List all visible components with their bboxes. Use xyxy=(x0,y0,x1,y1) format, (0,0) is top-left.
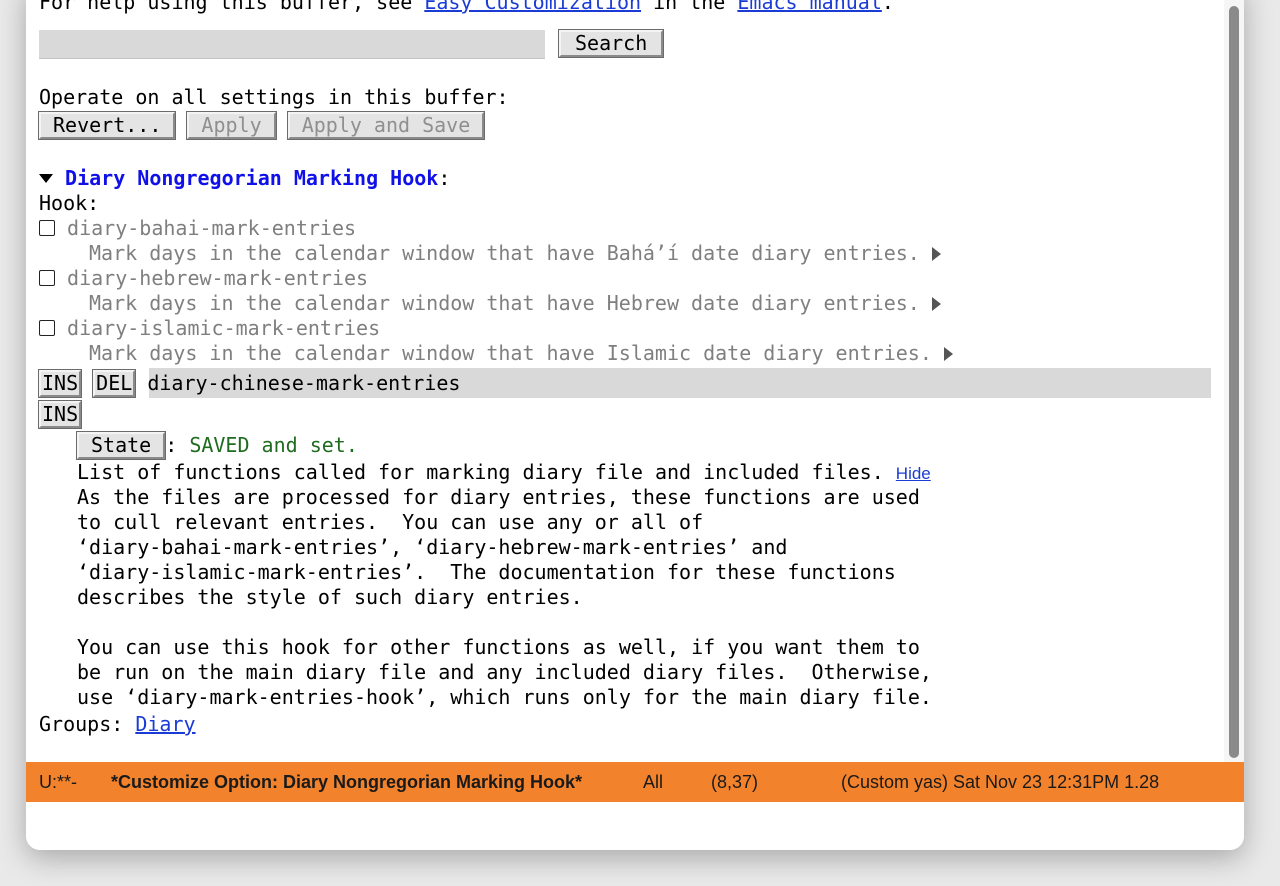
doc-line: You can use this hook for other function… xyxy=(77,635,920,659)
search-input[interactable] xyxy=(39,30,545,59)
doc-line: be run on the main diary file and any in… xyxy=(77,660,932,684)
hide-link[interactable]: Hide xyxy=(896,464,931,483)
emacs-window: For help using this buffer, see Easy Cus… xyxy=(26,0,1244,850)
option-heading: Diary Nongregorian Marking Hook: xyxy=(39,166,450,191)
entry-doc: Mark days in the calendar window that ha… xyxy=(89,291,941,316)
ins-row: INS xyxy=(37,400,83,429)
hook-value-field[interactable]: diary-chinese-mark-entries xyxy=(147,371,460,395)
doc-line: describes the style of such diary entrie… xyxy=(77,585,583,609)
group-diary-link[interactable]: Diary xyxy=(135,712,195,736)
doc-line: ‘diary-islamic-mark-entries’. The docume… xyxy=(77,560,896,584)
apply-and-save-button[interactable]: Apply and Save xyxy=(286,111,486,140)
doc-line: As the files are processed for diary ent… xyxy=(77,485,920,509)
apply-button[interactable]: Apply xyxy=(186,111,277,140)
entry-doc: Mark days in the calendar window that ha… xyxy=(89,341,953,366)
modeline-status: U:**- xyxy=(39,772,78,792)
hook-label: Hook: xyxy=(39,191,100,215)
entry-name: diary-islamic-mark-entries xyxy=(67,316,381,340)
operate-buttons: Revert... Apply Apply and Save xyxy=(37,111,486,140)
entry-name: diary-bahai-mark-entries xyxy=(67,216,357,240)
doc-line: use ‘diary-mark-entries-hook’, which run… xyxy=(77,685,932,709)
echo-area xyxy=(26,802,1244,850)
checkbox-islamic[interactable] xyxy=(39,320,55,336)
checkbox-bahai[interactable] xyxy=(39,220,55,236)
expand-triangle-icon[interactable] xyxy=(931,297,941,311)
scrollbar-thumb[interactable] xyxy=(1229,6,1239,758)
ins-button[interactable]: INS xyxy=(37,369,83,398)
hook-entry: diary-islamic-mark-entries xyxy=(39,316,380,341)
revert-button[interactable]: Revert... xyxy=(37,111,177,140)
collapse-triangle-icon[interactable] xyxy=(39,174,53,183)
checkbox-hebrew[interactable] xyxy=(39,270,55,286)
hook-entry: diary-bahai-mark-entries xyxy=(39,216,356,241)
hook-value-row: INS DEL diary-chinese-mark-entries xyxy=(37,369,460,398)
ins-button[interactable]: INS xyxy=(37,400,83,429)
state-text: SAVED and set. xyxy=(189,433,358,457)
option-title: Diary Nongregorian Marking Hook xyxy=(65,166,439,190)
hook-entry: diary-hebrew-mark-entries xyxy=(39,266,368,291)
modeline-position: All xyxy=(643,772,664,792)
emacs-manual-link[interactable]: Emacs manual xyxy=(737,0,882,14)
modeline-buffer-name[interactable]: *Customize Option: Diary Nongregorian Ma… xyxy=(111,772,582,793)
modeline-line-col: (8,37) xyxy=(711,772,759,792)
modeline-modes[interactable]: (Custom yas) Sat Nov 23 12:31PM 1.28 xyxy=(841,772,1159,793)
customize-buffer: For help using this buffer, see Easy Cus… xyxy=(26,0,1224,762)
mode-line: U:**- *Customize Option: Diary Nongregor… xyxy=(26,762,1244,802)
help-line: For help using this buffer, see Easy Cus… xyxy=(39,0,894,15)
del-button[interactable]: DEL xyxy=(92,369,137,398)
easy-customization-link[interactable]: Easy Customization xyxy=(424,0,641,14)
doc-line: ‘diary-bahai-mark-entries’, ‘diary-hebre… xyxy=(77,535,788,559)
expand-triangle-icon[interactable] xyxy=(931,247,941,261)
state-row: State: SAVED and set. xyxy=(75,431,358,460)
entry-doc: Mark days in the calendar window that ha… xyxy=(89,241,941,266)
doc-line: to cull relevant entries. You can use an… xyxy=(77,510,704,534)
expand-triangle-icon[interactable] xyxy=(943,347,953,361)
groups-row: Groups: Diary xyxy=(39,712,196,736)
entry-name: diary-hebrew-mark-entries xyxy=(67,266,369,290)
search-button[interactable]: Search xyxy=(557,29,665,58)
state-button[interactable]: State xyxy=(75,431,167,460)
doc-first-line: List of functions called for marking dia… xyxy=(77,460,931,484)
operate-label: Operate on all settings in this buffer: xyxy=(39,85,509,109)
